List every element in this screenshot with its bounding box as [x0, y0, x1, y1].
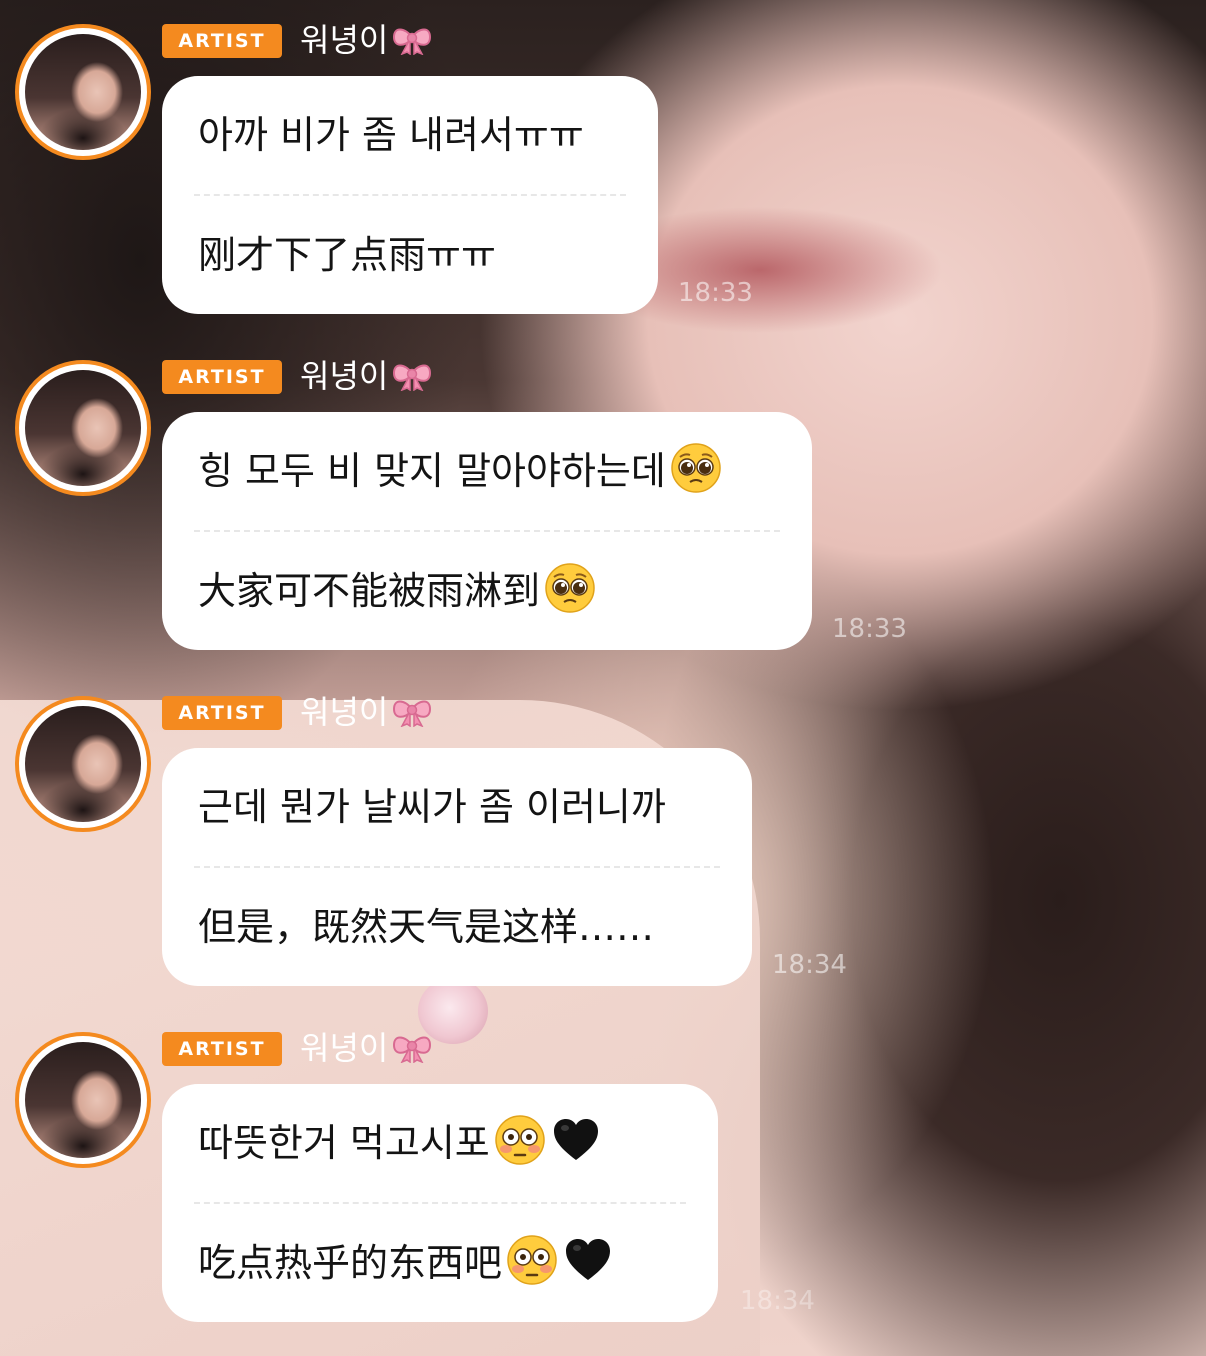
- black-heart-icon: [553, 1119, 598, 1160]
- message-text-zh: 吃点热乎的东西吧: [198, 1241, 503, 1285]
- author-name-text: 워녕이: [300, 21, 389, 59]
- flushed-face-icon: [495, 1115, 545, 1165]
- artist-badge: ARTIST: [162, 696, 282, 730]
- avatar[interactable]: [15, 24, 151, 160]
- message-timestamp: 18:34: [772, 950, 847, 980]
- author-name-text: 워녕이: [300, 693, 389, 731]
- message-text-ko: 근데 뭔가 날씨가 좀 이러니까: [198, 785, 666, 829]
- avatar[interactable]: [15, 696, 151, 832]
- message-bubble[interactable]: 따뜻한거 먹고시포 吃点热乎的东西吧: [162, 1084, 718, 1322]
- artist-badge: ARTIST: [162, 1032, 282, 1066]
- author-name[interactable]: 워녕이: [300, 20, 434, 60]
- author-name-text: 워녕이: [300, 357, 389, 395]
- avatar[interactable]: [15, 1032, 151, 1168]
- ribbon-bow-icon: [393, 364, 432, 391]
- message-text-zh: 但是，既然天气是这样……: [198, 905, 655, 949]
- message-text-zh: 大家可不能被雨淋到: [198, 569, 541, 613]
- author-name-text: 워녕이: [300, 1029, 389, 1067]
- message-timestamp: 18:33: [832, 614, 907, 644]
- message-line-zh: 大家可不能被雨淋到: [198, 532, 776, 650]
- pleading-face-icon: [671, 443, 721, 493]
- artist-badge: ARTIST: [162, 24, 282, 58]
- author-name[interactable]: 워녕이: [300, 356, 434, 396]
- message-timestamp: 18:33: [678, 278, 753, 308]
- message-line-zh: 吃点热乎的东西吧: [198, 1204, 682, 1322]
- message-text-ko: 따뜻한거 먹고시포: [198, 1121, 490, 1165]
- artist-badge: ARTIST: [162, 360, 282, 394]
- message-line-ko: 따뜻한거 먹고시포: [198, 1084, 682, 1202]
- author-name[interactable]: 워녕이: [300, 692, 434, 732]
- ribbon-bow-icon: [393, 1036, 432, 1063]
- message-text-zh: 刚才下了点雨ㅠㅠ: [198, 233, 496, 277]
- pleading-face-icon: [545, 563, 595, 613]
- message-bubble[interactable]: 근데 뭔가 날씨가 좀 이러니까 但是，既然天气是这样……: [162, 748, 752, 986]
- ribbon-bow-icon: [393, 700, 432, 727]
- message-bubble[interactable]: 힝 모두 비 맞지 말아야하는데 大家可不能被雨淋到: [162, 412, 812, 650]
- message-line-ko: 힝 모두 비 맞지 말아야하는데: [198, 412, 776, 530]
- black-heart-icon: [566, 1239, 611, 1280]
- message-timestamp: 18:34: [740, 1286, 815, 1316]
- message-text-ko: 아까 비가 좀 내려서ㅠㅠ: [198, 113, 584, 157]
- message-bubble[interactable]: 아까 비가 좀 내려서ㅠㅠ 刚才下了点雨ㅠㅠ: [162, 76, 658, 314]
- ribbon-bow-icon: [393, 28, 432, 55]
- message-text-ko: 힝 모두 비 맞지 말아야하는데: [198, 449, 666, 493]
- flushed-face-icon: [507, 1235, 557, 1285]
- author-name[interactable]: 워녕이: [300, 1028, 434, 1068]
- avatar[interactable]: [15, 360, 151, 496]
